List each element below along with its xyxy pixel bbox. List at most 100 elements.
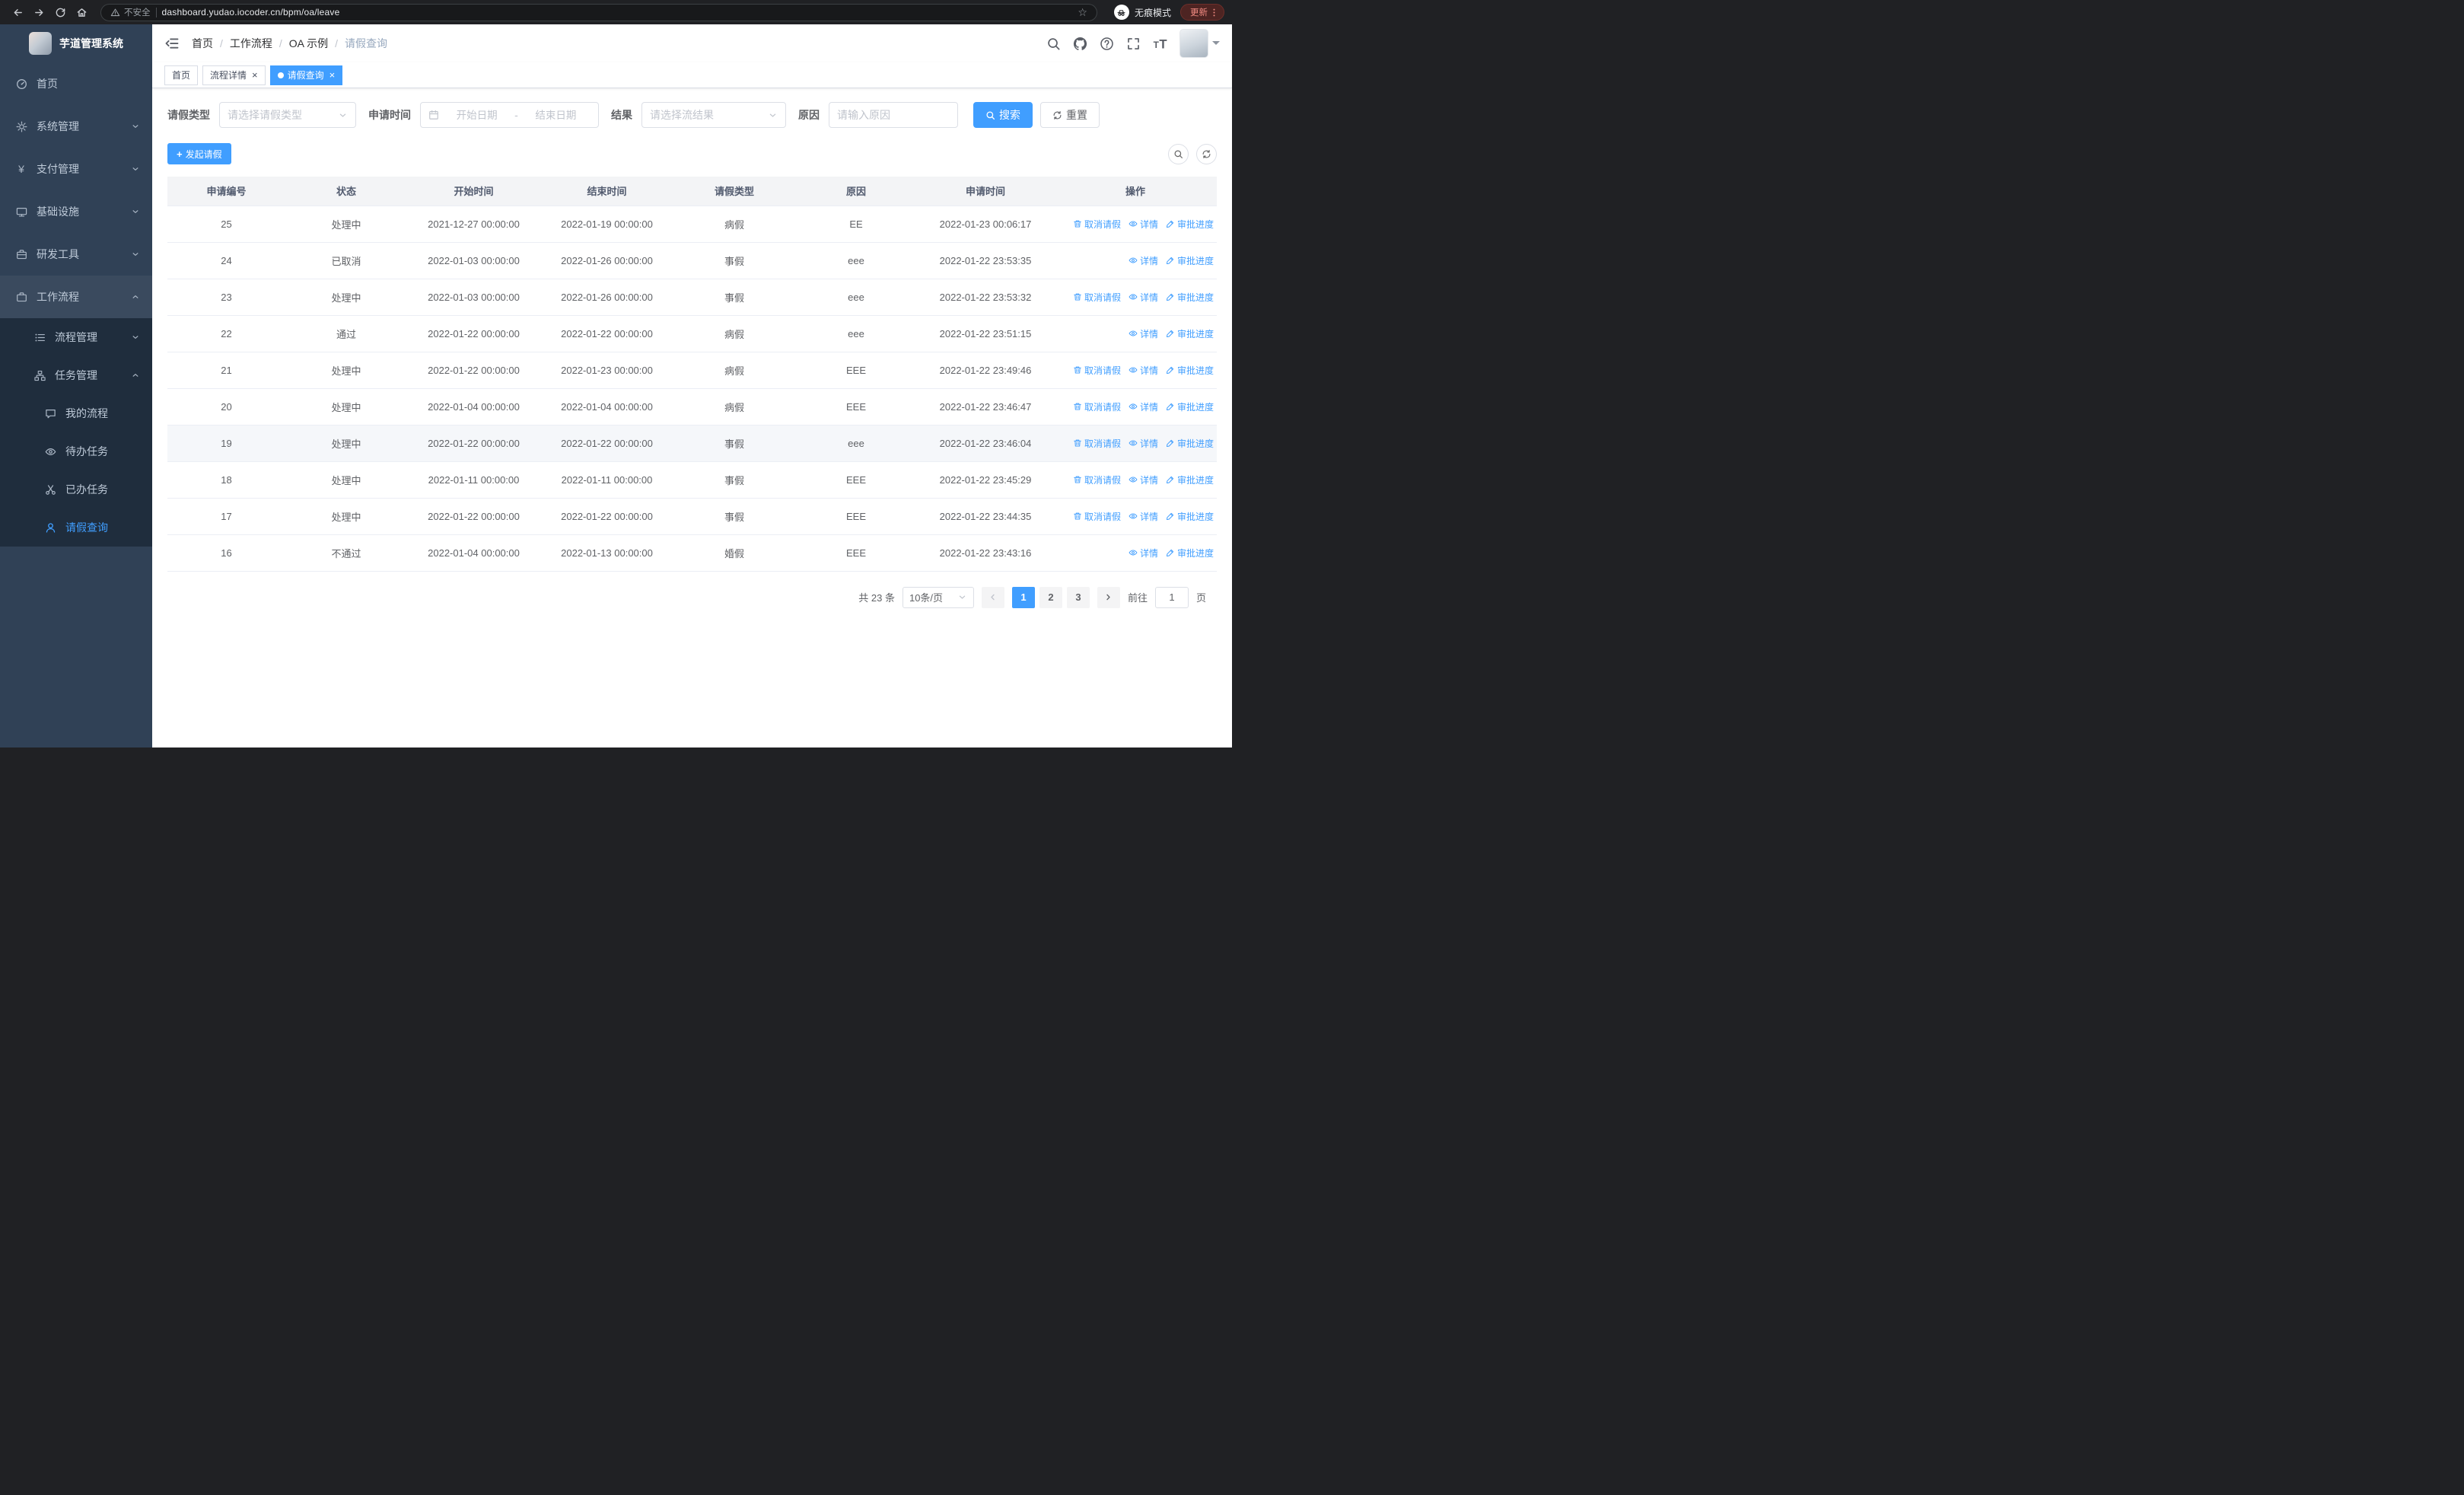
sidebar-item-process-management[interactable]: 流程管理 — [0, 318, 152, 356]
progress-link[interactable]: 审批进度 — [1166, 218, 1214, 231]
detail-link[interactable]: 详情 — [1129, 291, 1158, 304]
search-button[interactable]: 搜索 — [973, 102, 1033, 128]
progress-link[interactable]: 审批进度 — [1166, 291, 1214, 304]
table-row: 24 已取消 2022-01-03 00:00:00 2022-01-26 00… — [167, 242, 1217, 279]
detail-link[interactable]: 详情 — [1129, 473, 1158, 486]
sidebar-item-payment[interactable]: ¥ 支付管理 — [0, 148, 152, 190]
detail-link[interactable]: 详情 — [1129, 327, 1158, 340]
progress-link[interactable]: 审批进度 — [1166, 510, 1214, 523]
create-leave-button[interactable]: + 发起请假 — [167, 143, 231, 164]
breadcrumb-home[interactable]: 首页 — [192, 36, 213, 51]
sidebar-item-done-tasks[interactable]: 已办任务 — [0, 470, 152, 508]
column-header-status: 状态 — [285, 177, 407, 206]
tab-home[interactable]: 首页 — [164, 65, 199, 85]
end-date-input[interactable] — [520, 109, 591, 121]
goto-page-input[interactable] — [1154, 586, 1189, 608]
column-header-apply-time: 申请时间 — [917, 177, 1054, 206]
breadcrumb-oa-example[interactable]: OA 示例 — [289, 36, 328, 51]
github-link[interactable] — [1073, 37, 1087, 51]
sidebar-item-my-processes[interactable]: 我的流程 — [0, 394, 152, 432]
leave-type-select[interactable]: 请选择请假类型 — [219, 102, 356, 128]
cancel-leave-link[interactable]: 取消请假 — [1073, 218, 1121, 231]
reset-button[interactable]: 重置 — [1040, 102, 1100, 128]
detail-link[interactable]: 详情 — [1129, 364, 1158, 377]
active-tab-dot — [277, 72, 284, 78]
cell-end-time: 2022-01-19 00:00:00 — [540, 206, 673, 243]
tab-process-detail[interactable]: 流程详情 × — [202, 65, 266, 85]
cancel-leave-link[interactable]: 取消请假 — [1073, 473, 1121, 486]
sidebar-item-workflow[interactable]: 工作流程 — [0, 276, 152, 318]
page-button-3[interactable]: 3 — [1066, 586, 1090, 608]
close-icon[interactable]: × — [329, 70, 336, 80]
app-logo[interactable]: 芋道管理系统 — [0, 24, 152, 62]
cancel-leave-link[interactable]: 取消请假 — [1073, 291, 1121, 304]
progress-link[interactable]: 审批进度 — [1166, 364, 1214, 377]
reason-input-wrap[interactable] — [829, 102, 958, 128]
browser-home-button[interactable] — [72, 2, 91, 22]
progress-link[interactable]: 审批进度 — [1166, 473, 1214, 486]
cell-start-time: 2022-01-03 00:00:00 — [407, 242, 540, 279]
cancel-leave-link[interactable]: 取消请假 — [1073, 400, 1121, 413]
column-header-end-time: 结束时间 — [540, 177, 673, 206]
header-search-button[interactable] — [1046, 37, 1061, 51]
menu-dots-icon[interactable] — [1209, 8, 1219, 18]
prev-page-button[interactable] — [981, 586, 1004, 608]
browser-back-button[interactable] — [8, 2, 27, 22]
avatar[interactable] — [1179, 29, 1208, 58]
progress-link[interactable]: 审批进度 — [1166, 437, 1214, 450]
security-indicator[interactable]: 不安全 — [110, 6, 151, 18]
refresh-table-button[interactable] — [1196, 143, 1217, 164]
cell-end-time: 2022-01-23 00:00:00 — [540, 352, 673, 389]
start-date-input[interactable] — [442, 109, 512, 121]
sidebar-item-leave-query[interactable]: 请假查询 — [0, 508, 152, 547]
close-icon[interactable]: × — [252, 70, 258, 80]
detail-link[interactable]: 详情 — [1129, 547, 1158, 559]
progress-link[interactable]: 审批进度 — [1166, 547, 1214, 559]
bookmark-star-icon[interactable]: ☆ — [1078, 6, 1087, 19]
cell-end-time: 2022-01-26 00:00:00 — [540, 242, 673, 279]
detail-link[interactable]: 详情 — [1129, 510, 1158, 523]
next-page-button[interactable] — [1097, 586, 1120, 608]
cancel-leave-link[interactable]: 取消请假 — [1073, 364, 1121, 377]
progress-link[interactable]: 审批进度 — [1166, 327, 1214, 340]
font-size-button[interactable]: TT — [1153, 37, 1167, 51]
sidebar-item-task-management[interactable]: 任务管理 — [0, 356, 152, 394]
cell-apply-time: 2022-01-22 23:43:16 — [917, 534, 1054, 572]
sidebar-item-infrastructure[interactable]: 基础设施 — [0, 190, 152, 233]
cell-apply-id: 20 — [167, 388, 285, 426]
detail-link[interactable]: 详情 — [1129, 400, 1158, 413]
fullscreen-button[interactable] — [1126, 37, 1141, 51]
address-bar[interactable]: 不安全 dashboard.yudao.iocoder.cn/bpm/oa/le… — [100, 3, 1097, 21]
sidebar-item-todo-tasks[interactable]: 待办任务 — [0, 432, 152, 470]
detail-link[interactable]: 详情 — [1129, 254, 1158, 267]
browser-reload-button[interactable] — [50, 2, 70, 22]
result-select[interactable]: 请选择流结果 — [641, 102, 786, 128]
sidebar-item-home[interactable]: 首页 — [0, 62, 152, 105]
tab-leave-query[interactable]: 请假查询 × — [269, 65, 343, 85]
cancel-leave-link[interactable]: 取消请假 — [1073, 510, 1121, 523]
reason-input[interactable] — [837, 109, 950, 121]
browser-forward-button[interactable] — [29, 2, 49, 22]
font-size-icon: TT — [1154, 37, 1167, 51]
collapse-sidebar-button[interactable] — [164, 36, 180, 51]
eye-icon — [1129, 257, 1138, 263]
page-button-2[interactable]: 2 — [1039, 586, 1062, 608]
progress-link[interactable]: 审批进度 — [1166, 254, 1214, 267]
breadcrumb-workflow[interactable]: 工作流程 — [230, 36, 272, 51]
help-button[interactable] — [1100, 37, 1114, 51]
apply-time-range-picker[interactable]: - — [420, 102, 599, 128]
cell-end-time: 2022-01-22 00:00:00 — [540, 425, 673, 462]
cancel-leave-link[interactable]: 取消请假 — [1073, 437, 1121, 450]
detail-link[interactable]: 详情 — [1129, 218, 1158, 231]
progress-link[interactable]: 审批进度 — [1166, 400, 1214, 413]
user-menu[interactable] — [1179, 29, 1220, 58]
toggle-search-button[interactable] — [1168, 143, 1189, 164]
sidebar-item-devtools[interactable]: 研发工具 — [0, 233, 152, 276]
sidebar-item-label: 流程管理 — [55, 331, 97, 343]
url-text: dashboard.yudao.iocoder.cn/bpm/oa/leave — [161, 7, 340, 18]
page-button-1[interactable]: 1 — [1011, 586, 1035, 608]
browser-update-button[interactable]: 更新 — [1180, 4, 1224, 21]
sidebar-item-system[interactable]: 系统管理 — [0, 105, 152, 148]
page-size-select[interactable]: 10条/页 — [902, 586, 974, 608]
detail-link[interactable]: 详情 — [1129, 437, 1158, 450]
